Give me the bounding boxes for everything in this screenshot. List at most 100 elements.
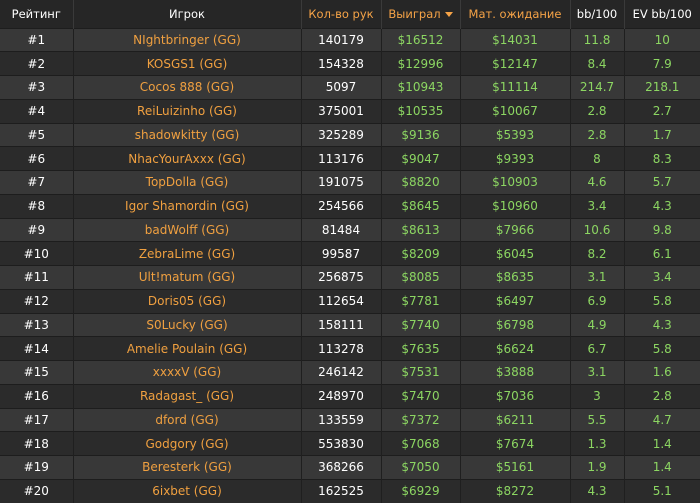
rank-cell: #20: [0, 478, 73, 503]
player-link[interactable]: shadowkitty (GG): [135, 128, 240, 142]
evbb100-cell: 2.7: [623, 98, 700, 123]
table-row: #16 Radagast_ (GG) 248970 $7470 $7036 3 2.8: [0, 383, 700, 408]
hands-cell: 553830: [300, 431, 381, 456]
won-cell: $8085: [380, 265, 460, 290]
player-cell: dford (GG): [72, 407, 301, 432]
hands-cell: 248970: [300, 383, 381, 408]
header-row: Рейтинг Игрок Кол-во рук Выиграл Мат. ож…: [0, 0, 700, 28]
player-cell: Ult!matum (GG): [72, 265, 301, 290]
rank-cell: #11: [0, 265, 73, 290]
player-link[interactable]: Igor Shamordin (GG): [125, 199, 249, 213]
rank-cell: #2: [0, 51, 73, 76]
bb100-cell: 10.6: [569, 217, 624, 242]
player-cell: S0Lucky (GG): [72, 312, 301, 337]
player-link[interactable]: NIghtbringer (GG): [133, 33, 241, 47]
player-link[interactable]: Godgory (GG): [145, 437, 228, 451]
column-header-won[interactable]: Выиграл: [380, 0, 460, 28]
player-link[interactable]: Ult!matum (GG): [139, 270, 235, 284]
won-cell: $10535: [380, 98, 460, 123]
won-cell: $6929: [380, 478, 460, 503]
evbb100-cell: 8.3: [623, 146, 700, 171]
won-cell: $10943: [380, 75, 460, 100]
bb100-cell: 5.5: [569, 407, 624, 432]
column-header-evbb100[interactable]: EV bb/100: [623, 0, 700, 28]
hands-cell: 375001: [300, 98, 381, 123]
caret-down-icon: [444, 11, 453, 17]
player-cell: 6ixbet (GG): [72, 478, 301, 503]
hands-cell: 158111: [300, 312, 381, 337]
table-row: #17 dford (GG) 133559 $7372 $6211 5.5 4.7: [0, 407, 700, 432]
ev-cell: $6211: [459, 407, 570, 432]
bb100-cell: 214.7: [569, 75, 624, 100]
evbb100-cell: 5.1: [623, 478, 700, 503]
player-cell: TopDolla (GG): [72, 170, 301, 195]
bb100-cell: 8: [569, 146, 624, 171]
ev-cell: $10903: [459, 170, 570, 195]
player-link[interactable]: NhacYourAxxx (GG): [128, 152, 245, 166]
player-link[interactable]: ReiLuizinho (GG): [137, 104, 237, 118]
rank-cell: #3: [0, 75, 73, 100]
player-link[interactable]: Beresterk (GG): [142, 460, 232, 474]
evbb100-cell: 1.6: [623, 360, 700, 385]
player-cell: NhacYourAxxx (GG): [72, 146, 301, 171]
player-link[interactable]: dford (GG): [155, 413, 218, 427]
player-link[interactable]: xxxxV (GG): [153, 365, 221, 379]
hands-cell: 191075: [300, 170, 381, 195]
rank-cell: #17: [0, 407, 73, 432]
rank-cell: #4: [0, 98, 73, 123]
player-cell: KOSGS1 (GG): [72, 51, 301, 76]
won-cell: $7470: [380, 383, 460, 408]
hands-cell: 368266: [300, 455, 381, 480]
table-row: #13 S0Lucky (GG) 158111 $7740 $6798 4.9 4.3: [0, 312, 700, 337]
bb100-cell: 8.2: [569, 241, 624, 266]
hands-cell: 113176: [300, 146, 381, 171]
column-header-player[interactable]: Игрок: [72, 0, 301, 28]
rank-cell: #12: [0, 288, 73, 313]
rank-cell: #8: [0, 193, 73, 218]
won-cell: $7372: [380, 407, 460, 432]
won-cell: $8613: [380, 217, 460, 242]
player-cell: shadowkitty (GG): [72, 122, 301, 147]
column-header-rank[interactable]: Рейтинг: [0, 0, 73, 28]
ev-cell: $6497: [459, 288, 570, 313]
player-link[interactable]: Radagast_ (GG): [140, 389, 234, 403]
column-header-bb100[interactable]: bb/100: [569, 0, 624, 28]
player-link[interactable]: Cocos 888 (GG): [140, 80, 234, 94]
player-cell: Amelie Poulain (GG): [72, 336, 301, 361]
hands-cell: 256875: [300, 265, 381, 290]
rank-cell: #9: [0, 217, 73, 242]
player-link[interactable]: Amelie Poulain (GG): [127, 342, 247, 356]
bb100-cell: 6.7: [569, 336, 624, 361]
player-cell: Radagast_ (GG): [72, 383, 301, 408]
won-cell: $7781: [380, 288, 460, 313]
player-link[interactable]: S0Lucky (GG): [146, 318, 227, 332]
player-cell: Godgory (GG): [72, 431, 301, 456]
player-link[interactable]: Doris05 (GG): [148, 294, 226, 308]
column-header-ev[interactable]: Мат. ожидание: [459, 0, 570, 28]
player-link[interactable]: ZebraLime (GG): [139, 247, 235, 261]
ev-cell: $9393: [459, 146, 570, 171]
won-cell: $12996: [380, 51, 460, 76]
ev-cell: $7674: [459, 431, 570, 456]
table-row: #4 ReiLuizinho (GG) 375001 $10535 $10067 2.8 2…: [0, 98, 700, 123]
rank-cell: #7: [0, 170, 73, 195]
column-header-won-label: Выиграл: [388, 6, 441, 21]
player-link[interactable]: TopDolla (GG): [146, 175, 229, 189]
player-cell: ZebraLime (GG): [72, 241, 301, 266]
column-header-hands[interactable]: Кол-во рук: [300, 0, 381, 28]
bb100-cell: 11.8: [569, 27, 624, 52]
ev-cell: $3888: [459, 360, 570, 385]
player-link[interactable]: badWolff (GG): [145, 223, 229, 237]
ev-cell: $12147: [459, 51, 570, 76]
table-row: #9 badWolff (GG) 81484 $8613 $7966 10.6 9.8: [0, 217, 700, 242]
bb100-cell: 1.9: [569, 455, 624, 480]
player-link[interactable]: KOSGS1 (GG): [147, 57, 228, 71]
ev-cell: $10067: [459, 98, 570, 123]
hands-cell: 112654: [300, 288, 381, 313]
evbb100-cell: 1.4: [623, 431, 700, 456]
table-row: #18 Godgory (GG) 553830 $7068 $7674 1.3 1.4: [0, 431, 700, 456]
evbb100-cell: 5.8: [623, 336, 700, 361]
player-link[interactable]: 6ixbet (GG): [152, 484, 222, 498]
rank-cell: #18: [0, 431, 73, 456]
player-cell: badWolff (GG): [72, 217, 301, 242]
